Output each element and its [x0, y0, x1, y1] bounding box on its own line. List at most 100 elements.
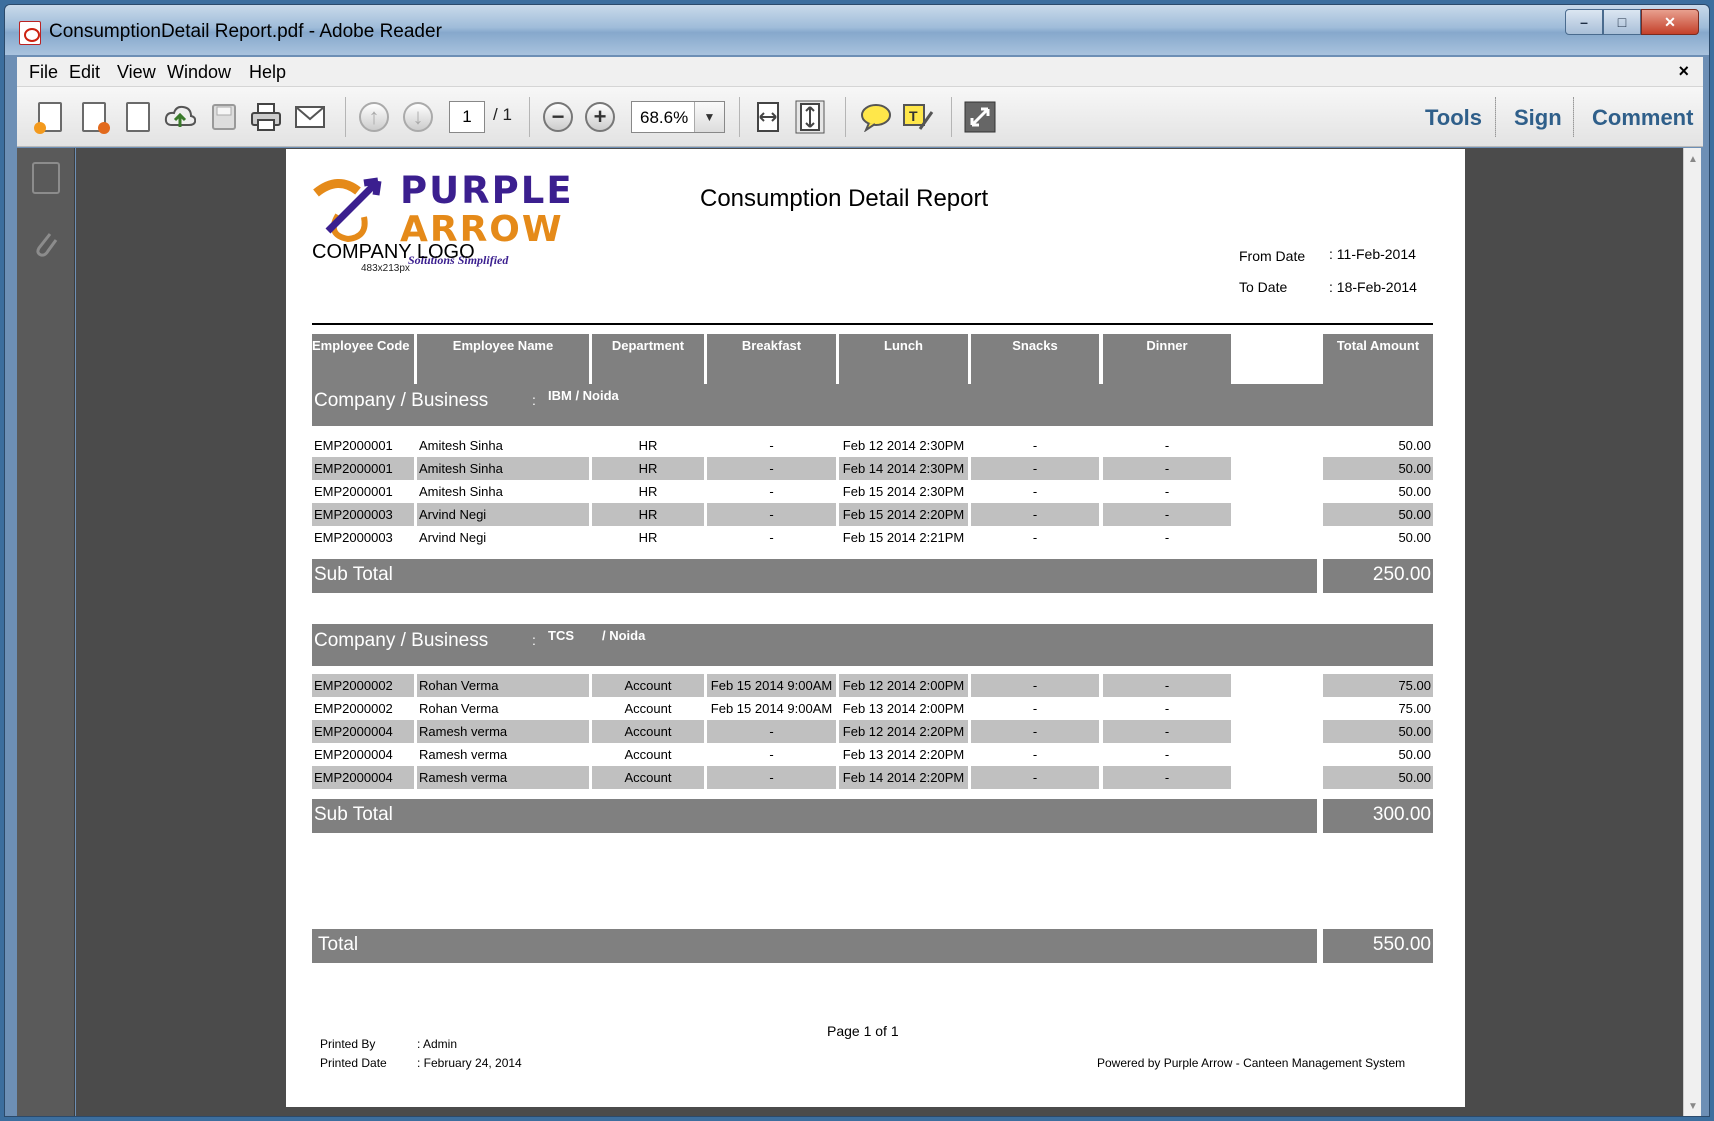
- table-cell-department: Account: [592, 674, 704, 697]
- table-cell-dinner: -: [1164, 438, 1170, 453]
- comment-button[interactable]: Comment: [1592, 105, 1693, 131]
- zoom-out-button[interactable]: −: [541, 99, 575, 135]
- grand-total-label: Total: [318, 934, 359, 955]
- table-cell-dinner: -: [1164, 747, 1170, 762]
- close-document-icon[interactable]: ×: [1678, 61, 1689, 82]
- page-number-input[interactable]: 1: [449, 101, 485, 133]
- table-cell-breakfast: -: [707, 457, 836, 480]
- previous-page-button[interactable]: ↑: [357, 99, 391, 135]
- page-indicator: Page 1 of 1: [827, 1023, 899, 1039]
- page-thumbnails-icon[interactable]: [32, 162, 60, 194]
- table-cell-employee-code: EMP2000002: [314, 701, 393, 716]
- full-screen-icon[interactable]: [963, 99, 997, 135]
- fit-width-icon[interactable]: [751, 99, 785, 135]
- table-cell-department: HR: [638, 438, 658, 453]
- close-button[interactable]: ✕: [1641, 9, 1699, 35]
- tools-button[interactable]: Tools: [1425, 105, 1482, 131]
- table-cell-department: Account: [624, 747, 672, 762]
- table-cell-breakfast: -: [707, 720, 836, 743]
- table-cell-total-amount: 50.00: [1323, 720, 1433, 743]
- zoom-select[interactable]: 68.6% ▼: [631, 101, 725, 133]
- table-cell-department: Account: [624, 701, 672, 716]
- printed-by-label: Printed By: [320, 1037, 376, 1051]
- table-cell-dinner: -: [1164, 530, 1170, 545]
- table-cell-snacks: -: [1032, 438, 1038, 453]
- table-cell-snacks: -: [971, 720, 1099, 743]
- menu-window[interactable]: Window: [167, 62, 231, 83]
- table-cell-total-amount: 75.00: [1398, 701, 1431, 716]
- to-date-label: To Date: [1239, 279, 1288, 295]
- table-cell-lunch: Feb 15 2014 2:20PM: [839, 503, 968, 526]
- attachments-icon[interactable]: [32, 228, 60, 260]
- table-cell-breakfast: -: [769, 747, 774, 762]
- menu-file[interactable]: File: [29, 62, 58, 83]
- table-cell-department: HR: [592, 503, 704, 526]
- table-cell-snacks: -: [971, 674, 1099, 697]
- menu-view[interactable]: View: [117, 62, 156, 83]
- scroll-down-icon[interactable]: ▼: [1688, 1101, 1698, 1112]
- group-company: TCS: [548, 628, 574, 643]
- highlight-text-icon[interactable]: T: [901, 99, 935, 135]
- table-cell-snacks: -: [1032, 530, 1038, 545]
- table-cell-total-amount: 50.00: [1323, 766, 1433, 789]
- table-cell-lunch: Feb 15 2014 2:30PM: [842, 484, 965, 499]
- chevron-down-icon[interactable]: ▼: [694, 102, 724, 132]
- group-label: Company / Business: [314, 390, 489, 411]
- table-cell-total-amount: 50.00: [1323, 457, 1433, 480]
- table-cell-breakfast: -: [769, 484, 774, 499]
- toolbar-separator: [739, 97, 740, 137]
- table-cell-dinner: -: [1103, 674, 1231, 697]
- maximize-button[interactable]: □: [1603, 9, 1641, 35]
- table-cell-breakfast: -: [769, 530, 774, 545]
- fit-page-icon[interactable]: [793, 99, 827, 135]
- toolbar-separator: [529, 97, 530, 137]
- vertical-scrollbar[interactable]: ▲ ▼: [1683, 148, 1701, 1116]
- save-icon[interactable]: [207, 99, 241, 135]
- table-cell-dinner: -: [1103, 720, 1231, 743]
- table-cell-employee-name: Amitesh Sinha: [419, 438, 503, 453]
- sticky-note-icon[interactable]: [859, 99, 893, 135]
- table-cell-employee-code: EMP2000004: [312, 720, 414, 743]
- export-pdf-icon[interactable]: [77, 99, 111, 135]
- next-page-button[interactable]: ↓: [401, 99, 435, 135]
- table-cell-total-amount: 50.00: [1398, 438, 1431, 453]
- table-cell-lunch: Feb 12 2014 2:20PM: [839, 720, 968, 743]
- group-header: Company / Business: IBM / Noida: [312, 384, 1433, 426]
- table-cell-snacks: -: [971, 503, 1099, 526]
- email-icon[interactable]: [293, 99, 327, 135]
- print-icon[interactable]: [249, 99, 283, 135]
- edit-document-icon[interactable]: [121, 99, 155, 135]
- table-cell-employee-code: EMP2000003: [314, 530, 393, 545]
- subtotal-label: Sub Total: [314, 804, 393, 825]
- window-controls: – □ ✕: [1565, 9, 1699, 35]
- subtotal-amount: 300.00: [1372, 804, 1431, 825]
- cloud-upload-icon[interactable]: [163, 99, 197, 135]
- table-cell-employee-code: EMP2000001: [314, 438, 393, 453]
- table-cell-total-amount: 50.00: [1323, 503, 1433, 526]
- create-pdf-icon[interactable]: [33, 99, 67, 135]
- table-cell-employee-code: EMP2000001: [314, 484, 393, 499]
- subtotal-amount: 250.00: [1372, 564, 1431, 585]
- table-cell-employee-name: Arvind Negi: [419, 530, 487, 545]
- table-cell-employee-name: Amitesh Sinha: [417, 457, 589, 480]
- menu-edit[interactable]: Edit: [69, 62, 100, 83]
- group-location: / Noida: [602, 628, 646, 643]
- table-cell-employee-code: EMP2000004: [312, 766, 414, 789]
- navigation-pane: [17, 148, 75, 1116]
- scroll-up-icon[interactable]: ▲: [1688, 154, 1698, 165]
- table-cell-total-amount: 50.00: [1398, 484, 1431, 499]
- table-cell-department: Account: [592, 766, 704, 789]
- table-cell-total-amount: 50.00: [1398, 747, 1431, 762]
- group-label: Company / Business: [314, 630, 489, 651]
- menu-help[interactable]: Help: [249, 62, 286, 83]
- report-title: Consumption Detail Report: [700, 185, 989, 212]
- table-cell-breakfast: -: [707, 766, 836, 789]
- zoom-value: 68.6%: [640, 108, 689, 127]
- zoom-in-button[interactable]: +: [583, 99, 617, 135]
- minimize-button[interactable]: –: [1565, 9, 1603, 35]
- table-cell-department: HR: [638, 530, 658, 545]
- sign-button[interactable]: Sign: [1514, 105, 1562, 131]
- table-cell-breakfast: -: [769, 438, 774, 453]
- pdf-page: PURPLE ARROW Solutions Simplified COMPAN…: [286, 149, 1465, 1107]
- table-cell-employee-name: Rohan Verma: [419, 701, 499, 716]
